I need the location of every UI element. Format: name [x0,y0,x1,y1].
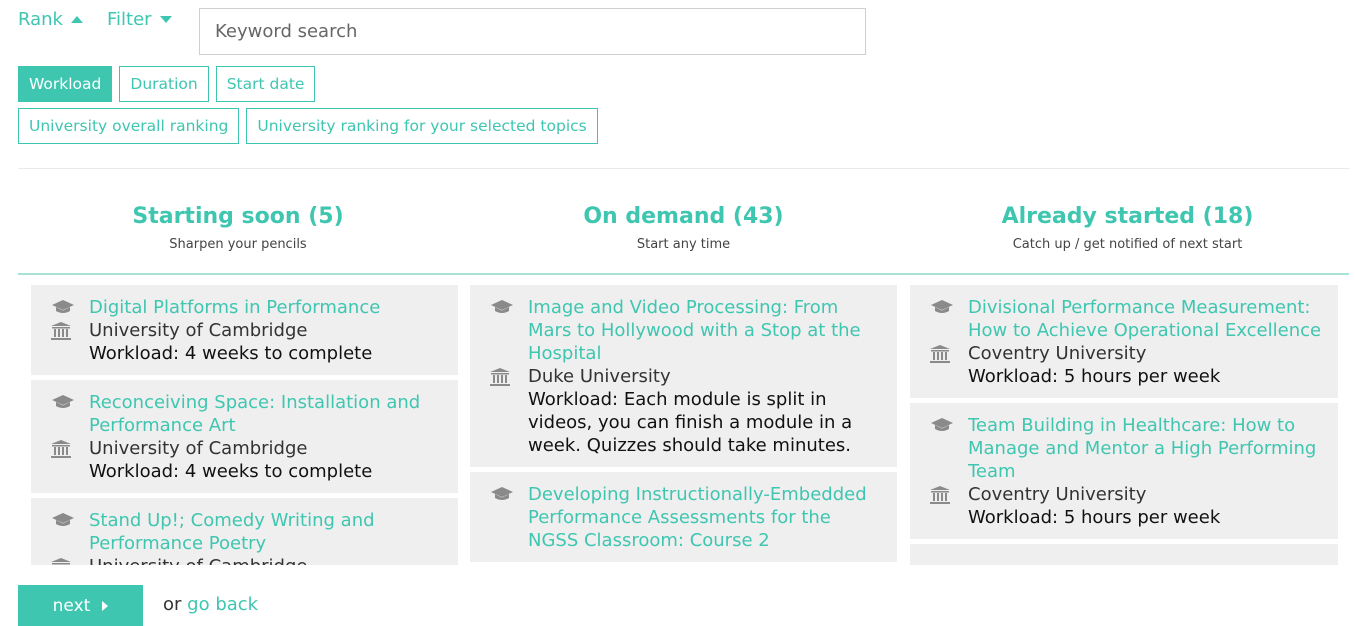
course-title[interactable]: Team Building in Healthcare: How to Mana… [968,414,1322,483]
caret-up-icon [70,16,83,23]
graduation-cap-icon [490,296,528,315]
rank-toggle[interactable]: Rank [18,9,83,30]
course-title[interactable]: Reconceiving Space: Installation and Per… [89,391,442,437]
course-university: Coventry University [968,484,1147,505]
course-card[interactable]: Developing Instructionally-Embedded Perf… [470,472,897,562]
course-workload: Workload: 4 weeks to complete [89,461,373,482]
toolbar: Rank Filter [18,8,866,55]
graduation-cap-icon [51,509,89,528]
caret-down-icon [159,16,172,23]
graduation-cap-icon [930,414,968,433]
course-card[interactable]: Divisional Performance Measurement: How … [910,285,1338,398]
university-building-icon [490,365,528,386]
graduation-cap-icon [930,296,968,315]
university-building-icon [930,342,968,363]
course-list-starting-soon[interactable]: Digital Platforms in Performance Univers… [31,285,458,565]
course-workload: Workload: Each module is split in videos… [528,389,853,456]
column-title: Starting soon (5) [132,204,344,229]
course-title[interactable]: Stand Up!; Comedy Writing and Performanc… [89,509,442,555]
column-header-starting-soon: Starting soon (5) Sharpen your pencils [18,203,458,252]
rank-options-row-2: University overall ranking University ra… [18,108,598,144]
next-button[interactable]: next [18,585,143,626]
next-label: next [52,595,91,616]
or-label: or [163,594,182,615]
caret-right-icon [102,600,109,611]
course-university: Coventry University [968,343,1147,364]
go-back-text: or go back [163,594,258,615]
rank-option-university-topic-ranking[interactable]: University ranking for your selected top… [246,108,598,144]
graduation-cap-icon [51,391,89,410]
course-university: Duke University [528,366,671,387]
columns-rule [18,273,1349,275]
course-workload: Workload: 5 hours per week [968,366,1221,387]
course-university: University of Cambridge [89,320,308,341]
course-card[interactable] [910,544,1338,565]
column-subtitle: Catch up / get notified of next start [1012,237,1243,252]
course-workload: Workload: 4 weeks to complete [89,343,373,364]
course-card[interactable]: Image and Video Processing: From Mars to… [470,285,897,467]
go-back-link[interactable]: go back [187,594,258,615]
filter-label: Filter [106,9,152,30]
university-building-icon [51,437,89,458]
course-workload: Workload: 5 hours per week [968,507,1221,528]
column-subtitle: Start any time [636,237,731,252]
university-building-icon [51,555,89,565]
rank-option-workload[interactable]: Workload [18,66,113,102]
course-card[interactable]: Digital Platforms in Performance Univers… [31,285,458,375]
rank-options-row-1: Workload Duration Start date [18,66,316,102]
course-list-on-demand[interactable]: Image and Video Processing: From Mars to… [470,285,897,565]
course-card[interactable]: Stand Up!; Comedy Writing and Performanc… [31,498,458,565]
section-divider [18,168,1349,169]
graduation-cap-icon [51,296,89,315]
rank-option-start-date[interactable]: Start date [215,66,316,102]
university-building-icon [51,319,89,340]
graduation-cap-icon [490,483,528,502]
course-title[interactable]: Image and Video Processing: From Mars to… [528,296,881,365]
column-subtitle: Sharpen your pencils [169,237,307,252]
course-card[interactable]: Reconceiving Space: Installation and Per… [31,380,458,493]
course-list-already-started[interactable]: Divisional Performance Measurement: How … [910,285,1338,565]
rank-label: Rank [18,9,63,30]
column-header-already-started: Already started (18) Catch up / get noti… [906,203,1349,252]
rank-option-university-overall-ranking[interactable]: University overall ranking [18,108,240,144]
column-title: On demand (43) [583,204,784,229]
university-building-icon [930,483,968,504]
course-title[interactable]: Divisional Performance Measurement: How … [968,296,1322,342]
keyword-search-input[interactable] [199,8,866,55]
course-title[interactable]: Digital Platforms in Performance [89,296,380,319]
course-card[interactable]: Team Building in Healthcare: How to Mana… [910,403,1338,539]
filter-toggle[interactable]: Filter [107,9,172,30]
rank-option-duration[interactable]: Duration [119,66,209,102]
column-title: Already started (18) [1001,204,1254,229]
course-university: University of Cambridge [89,555,307,565]
course-university: University of Cambridge [89,438,308,459]
course-title[interactable]: Developing Instructionally-Embedded Perf… [528,483,881,552]
column-header-on-demand: On demand (43) Start any time [465,203,902,252]
